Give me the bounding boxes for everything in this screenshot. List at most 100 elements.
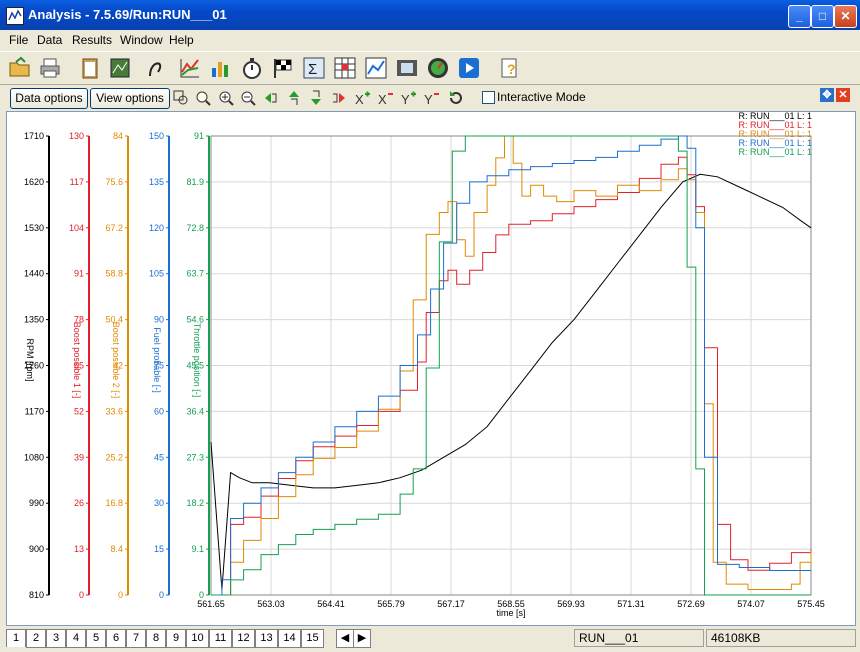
- zoom-in-icon[interactable]: [218, 90, 234, 106]
- film-strip-icon[interactable]: [395, 56, 419, 80]
- y-tick-label: 91: [194, 131, 204, 141]
- pan-up-icon[interactable]: [286, 90, 302, 106]
- close-button[interactable]: ✕: [834, 5, 857, 28]
- menu-bar: File Data Results Window Help: [0, 30, 860, 50]
- y-tick-label: 60: [154, 406, 164, 416]
- minimize-button[interactable]: _: [788, 5, 811, 28]
- print-icon[interactable]: [38, 56, 62, 80]
- y-zoom-out-icon[interactable]: Y: [424, 90, 440, 106]
- y-tick-label: 104: [69, 223, 84, 233]
- y-tick-label: 990: [29, 498, 44, 508]
- tab-10[interactable]: 10: [186, 629, 209, 648]
- zoom-out-icon[interactable]: [240, 90, 256, 106]
- tab-4[interactable]: 4: [66, 629, 86, 648]
- y-tick-label: 72.8: [186, 223, 204, 233]
- menu-help[interactable]: Help: [169, 33, 194, 47]
- menu-window[interactable]: Window: [120, 33, 163, 47]
- svg-text:?: ?: [507, 61, 516, 77]
- svg-text:X: X: [355, 92, 364, 106]
- line-chart[interactable]: 561.65 563.03 564.41 565.79 567.17 568.55 569.…: [7, 111, 855, 625]
- svg-text:Y: Y: [424, 92, 433, 106]
- clipboard-icon[interactable]: [78, 56, 102, 80]
- x-tick-label: 574.07: [737, 599, 765, 609]
- x-tick-label: 564.41: [317, 599, 345, 609]
- y-tick-label: 16.8: [105, 498, 123, 508]
- y-tick-label: 27.3: [186, 452, 204, 462]
- tab-2[interactable]: 2: [26, 629, 46, 648]
- y-tick-label: 13: [74, 544, 84, 554]
- menu-results[interactable]: Results: [72, 33, 112, 47]
- y-axis-label: Boost possible 2 [-]: [111, 322, 121, 399]
- tab-scroll-right[interactable]: ▶: [353, 629, 371, 648]
- zoom-area-icon[interactable]: [195, 90, 211, 106]
- tab-9[interactable]: 9: [166, 629, 186, 648]
- menu-file[interactable]: File: [9, 33, 28, 47]
- x-tick-label: 575.45: [797, 599, 825, 609]
- pan-right-icon[interactable]: [331, 90, 347, 106]
- interactive-mode-checkbox[interactable]: [482, 91, 495, 104]
- maximize-button[interactable]: □: [811, 5, 834, 28]
- svg-text:X: X: [378, 92, 387, 106]
- status-bar: 1 2 3 4 5 6 7 8 9 10 11 12 13 14 15 ◀ ▶ RUN___01 46108…: [0, 626, 860, 652]
- x-zoom-out-icon[interactable]: X: [378, 90, 394, 106]
- chart-report-icon[interactable]: [108, 56, 132, 80]
- tab-1[interactable]: 1: [6, 629, 26, 647]
- tab-3[interactable]: 3: [46, 629, 66, 648]
- data-options-button[interactable]: Data options: [10, 88, 88, 109]
- y-zoom-in-icon[interactable]: Y: [401, 90, 417, 106]
- y-tick-label: 1080: [24, 452, 44, 462]
- app-icon: [6, 7, 24, 25]
- tab-11[interactable]: 11: [209, 629, 232, 648]
- tab-5[interactable]: 5: [86, 629, 106, 648]
- view-options-button[interactable]: View options: [90, 88, 170, 109]
- y-tick-label: 1440: [24, 269, 44, 279]
- y-tick-label: 1620: [24, 177, 44, 187]
- y-tick-label: 90: [154, 315, 164, 325]
- interactive-mode-label: Interactive Mode: [497, 90, 586, 104]
- menu-data[interactable]: Data: [37, 33, 62, 47]
- y-tick-label: 810: [29, 590, 44, 600]
- panel-move-icon[interactable]: ✥: [820, 88, 834, 102]
- sigma-icon[interactable]: Σ: [302, 56, 326, 80]
- stopwatch-icon[interactable]: [240, 56, 264, 80]
- gauge-icon[interactable]: [426, 56, 450, 80]
- pan-left-icon[interactable]: [263, 90, 279, 106]
- tab-15[interactable]: 15: [301, 629, 324, 648]
- tab-12[interactable]: 12: [232, 629, 255, 648]
- play-icon[interactable]: [457, 56, 481, 80]
- bar-chart-icon[interactable]: [208, 56, 232, 80]
- panel-close-icon[interactable]: ✕: [836, 88, 850, 102]
- svg-text:Σ: Σ: [308, 61, 317, 78]
- tab-8[interactable]: 8: [146, 629, 166, 648]
- tab-14[interactable]: 14: [278, 629, 301, 648]
- curve-icon[interactable]: [146, 56, 170, 80]
- x-tick-label: 571.31: [617, 599, 645, 609]
- line-chart-icon[interactable]: [178, 56, 202, 80]
- table-grid-icon[interactable]: [333, 56, 357, 80]
- y-tick-label: 67.2: [105, 223, 123, 233]
- checkered-flag-icon[interactable]: [271, 56, 295, 80]
- open-folder-icon[interactable]: [8, 56, 32, 80]
- x-zoom-in-icon[interactable]: X: [355, 90, 371, 106]
- y-tick-label: 1350: [24, 315, 44, 325]
- y-tick-label: 130: [69, 131, 84, 141]
- pan-down-icon[interactable]: [308, 90, 324, 106]
- zoom-box-icon[interactable]: [173, 90, 189, 106]
- y-tick-label: 81.9: [186, 177, 204, 187]
- plot-panel: 561.65 563.03 564.41 565.79 567.17 568.55 569.…: [6, 111, 856, 626]
- y-tick-label: 18.2: [186, 498, 204, 508]
- chart-toolbar: Data options View options X X Y Y Intera…: [0, 85, 860, 111]
- help-icon[interactable]: ?: [498, 56, 522, 80]
- graph-window-icon[interactable]: [364, 56, 388, 80]
- y-tick-label: 8.4: [110, 544, 123, 554]
- y-tick-label: 1170: [25, 406, 44, 416]
- y-tick-label: 52: [74, 406, 84, 416]
- reset-zoom-icon[interactable]: [448, 90, 464, 106]
- x-axis-label: time [s]: [496, 608, 525, 618]
- y-tick-label: 150: [149, 131, 164, 141]
- tab-7[interactable]: 7: [126, 629, 146, 648]
- tab-6[interactable]: 6: [106, 629, 126, 648]
- y-tick-label: 0: [159, 590, 164, 600]
- tab-scroll-left[interactable]: ◀: [336, 629, 354, 648]
- tab-13[interactable]: 13: [255, 629, 278, 648]
